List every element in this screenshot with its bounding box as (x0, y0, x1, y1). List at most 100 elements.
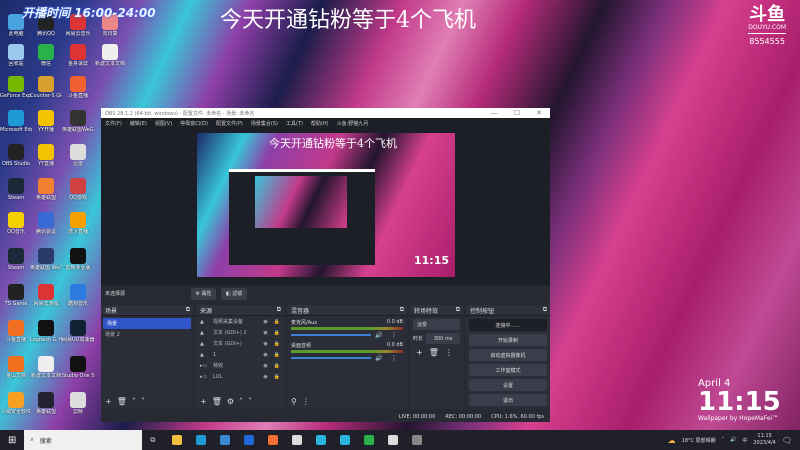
taskbar-app-icon[interactable] (412, 435, 423, 445)
taskbar-app-icon[interactable] (292, 435, 303, 445)
desktop-icon[interactable]: Steam (0, 178, 32, 201)
control-button[interactable]: 连接中…… (469, 319, 547, 331)
taskbar-app-icon[interactable] (244, 435, 255, 445)
taskbar-app-icon[interactable] (196, 435, 207, 445)
visibility-icon[interactable]: ◉ (263, 330, 267, 336)
desktop-icon[interactable]: 微信 (30, 44, 62, 67)
visibility-icon[interactable]: ◉ (263, 374, 267, 380)
volume-icon[interactable]: 🔊 (730, 437, 736, 443)
desktop-icon[interactable]: 虎牙直播 (62, 212, 94, 235)
desktop-icon[interactable]: 新建文本文档 (30, 356, 62, 379)
control-button[interactable]: 设置 (469, 379, 547, 391)
desktop-icon[interactable]: 腾讯会议 (30, 212, 62, 235)
source-item[interactable]: ▸▭ 特效 ◉ 🔒 (196, 360, 284, 371)
visibility-icon[interactable]: ◉ (263, 363, 267, 369)
lock-icon[interactable]: 🔒 (274, 341, 280, 347)
desktop-icon[interactable]: Logitech G HUB (30, 320, 62, 343)
menu-item[interactable]: 配置文件(P) (216, 120, 243, 127)
add-icon[interactable]: + (416, 348, 423, 357)
control-button[interactable]: 工作室模式 (469, 364, 547, 376)
menu-item[interactable]: 场景集合(S) (251, 120, 278, 127)
desktop-icon[interactable]: YY直播 (30, 144, 62, 167)
desktop-icon[interactable]: 网易UU加速器 (62, 320, 94, 343)
desktop-icon[interactable]: 斗鱼直播 (62, 76, 94, 99)
desktop-icon[interactable]: 英雄联盟 WeGame版 (30, 248, 62, 271)
desktop-icon[interactable]: 火绒安全软件 (0, 392, 32, 415)
desktop-icon[interactable]: GeForce Experience (0, 76, 32, 99)
undock-icon[interactable]: ⧉ (277, 306, 281, 314)
desktop-icon[interactable]: OBS Studio (0, 144, 32, 167)
trash-icon[interactable]: 🗑 (429, 348, 439, 357)
lock-icon[interactable]: 🔒 (274, 374, 280, 380)
taskbar-app-icon[interactable] (364, 435, 375, 445)
transition-select[interactable]: 淡变 (413, 319, 460, 330)
desktop-icon[interactable]: 新建文本文档 (94, 44, 126, 67)
desktop-icon[interactable]: QQ游戏 (62, 178, 94, 201)
tray-chevron-icon[interactable]: ˄ (722, 437, 725, 443)
visibility-icon[interactable]: ◉ (263, 352, 267, 358)
properties-button[interactable]: ⚙ 属性 (191, 287, 216, 300)
source-item[interactable]: ▲ 文本 (GDI+) ◉ 🔒 (196, 338, 284, 349)
control-button[interactable]: 开始录制 (469, 334, 547, 346)
search-box[interactable]: ⌕ 搜索 (24, 430, 143, 450)
weather-icon[interactable]: ☁ (668, 436, 676, 445)
start-button[interactable]: ⊞ (8, 435, 16, 446)
taskbar-app-icon[interactable] (268, 435, 279, 445)
menu-item[interactable]: 帮助(H) (311, 120, 329, 127)
desktop-icon[interactable]: 酷狗音乐 (62, 284, 94, 307)
undock-icon[interactable]: ⧉ (543, 306, 547, 314)
filters-button[interactable]: ◧ 滤镜 (221, 287, 247, 300)
taskbar-app-icon[interactable] (388, 435, 399, 445)
desktop-icon[interactable]: 剪映 (62, 392, 94, 415)
menu-item[interactable]: 编辑(E) (130, 120, 147, 127)
volume-slider[interactable] (291, 334, 371, 336)
scene-item[interactable]: 场景 (103, 318, 191, 329)
desktop-icon[interactable]: Microsoft Edge (0, 110, 32, 133)
add-icon[interactable]: + (200, 397, 207, 406)
lock-icon[interactable]: 🔒 (274, 319, 280, 325)
speaker-icon[interactable]: 🔊 (375, 355, 382, 362)
more-icon[interactable]: ⋮ (390, 354, 397, 362)
menu-item[interactable]: 视图(V) (155, 120, 172, 127)
control-button[interactable]: 退出 (469, 394, 547, 406)
undock-icon[interactable]: ⧉ (456, 306, 460, 314)
menu-item[interactable]: 文件(F) (105, 120, 122, 127)
lock-icon[interactable]: 🔒 (274, 330, 280, 336)
source-item[interactable]: ▲ 1 ◉ 🔒 (196, 349, 284, 360)
desktop-icon[interactable]: 迅雷 (62, 144, 94, 167)
up-icon[interactable]: ˄ (132, 397, 136, 406)
desktop-icon[interactable]: 金山文档 (0, 356, 32, 379)
maximize-button[interactable]: ☐ (514, 109, 520, 117)
undock-icon[interactable]: ⧉ (400, 306, 404, 314)
task-view-icon[interactable]: ⧉ (150, 436, 155, 445)
up-icon[interactable]: ˄ (239, 397, 243, 406)
scene-item[interactable]: 场景 2 (101, 329, 193, 340)
source-item[interactable]: ▸▭ LOL ◉ 🔒 (196, 371, 284, 382)
down-icon[interactable]: ˅ (248, 397, 252, 406)
desktop-icon[interactable]: Studio One 5 (62, 356, 94, 379)
desktop-icon[interactable]: YY开播 (30, 110, 62, 133)
duration-input[interactable]: 300 ms (426, 333, 460, 344)
trash-icon[interactable]: 🗑 (212, 397, 222, 406)
taskbar-app-icon[interactable] (172, 435, 183, 445)
source-item[interactable]: ▲ 文本 (GDI+) 2 ◉ 🔒 (196, 327, 284, 338)
trash-icon[interactable]: 🗑 (117, 397, 127, 406)
visibility-icon[interactable]: ◉ (263, 341, 267, 347)
add-icon[interactable]: + (105, 397, 112, 406)
desktop-icon[interactable]: 剪映专业版 (62, 248, 94, 271)
desktop-icon[interactable]: TS Game (0, 284, 32, 307)
menu-item[interactable]: 斗鱼:野猫九月 (337, 120, 369, 127)
desktop-icon[interactable]: 英雄联盟 (30, 178, 62, 201)
taskbar-app-icon[interactable] (220, 435, 231, 445)
link-icon[interactable]: ⚲ (291, 397, 297, 406)
menu-item[interactable]: 工具(T) (286, 120, 303, 127)
desktop-icon[interactable]: 英雄联盟WeGame版 (62, 110, 94, 133)
menu-item[interactable]: 停靠窗口(D) (180, 120, 208, 127)
weather-text[interactable]: 18°C 局部晴朗 (682, 437, 716, 444)
more-icon[interactable]: ⋮ (390, 331, 397, 339)
taskbar-app-icon[interactable] (316, 435, 327, 445)
desktop-icon[interactable]: 网易云游戏 (30, 284, 62, 307)
undock-icon[interactable]: ⧉ (186, 306, 190, 314)
taskbar-app-icon[interactable] (340, 435, 351, 445)
more-icon[interactable]: ⋮ (302, 397, 310, 406)
